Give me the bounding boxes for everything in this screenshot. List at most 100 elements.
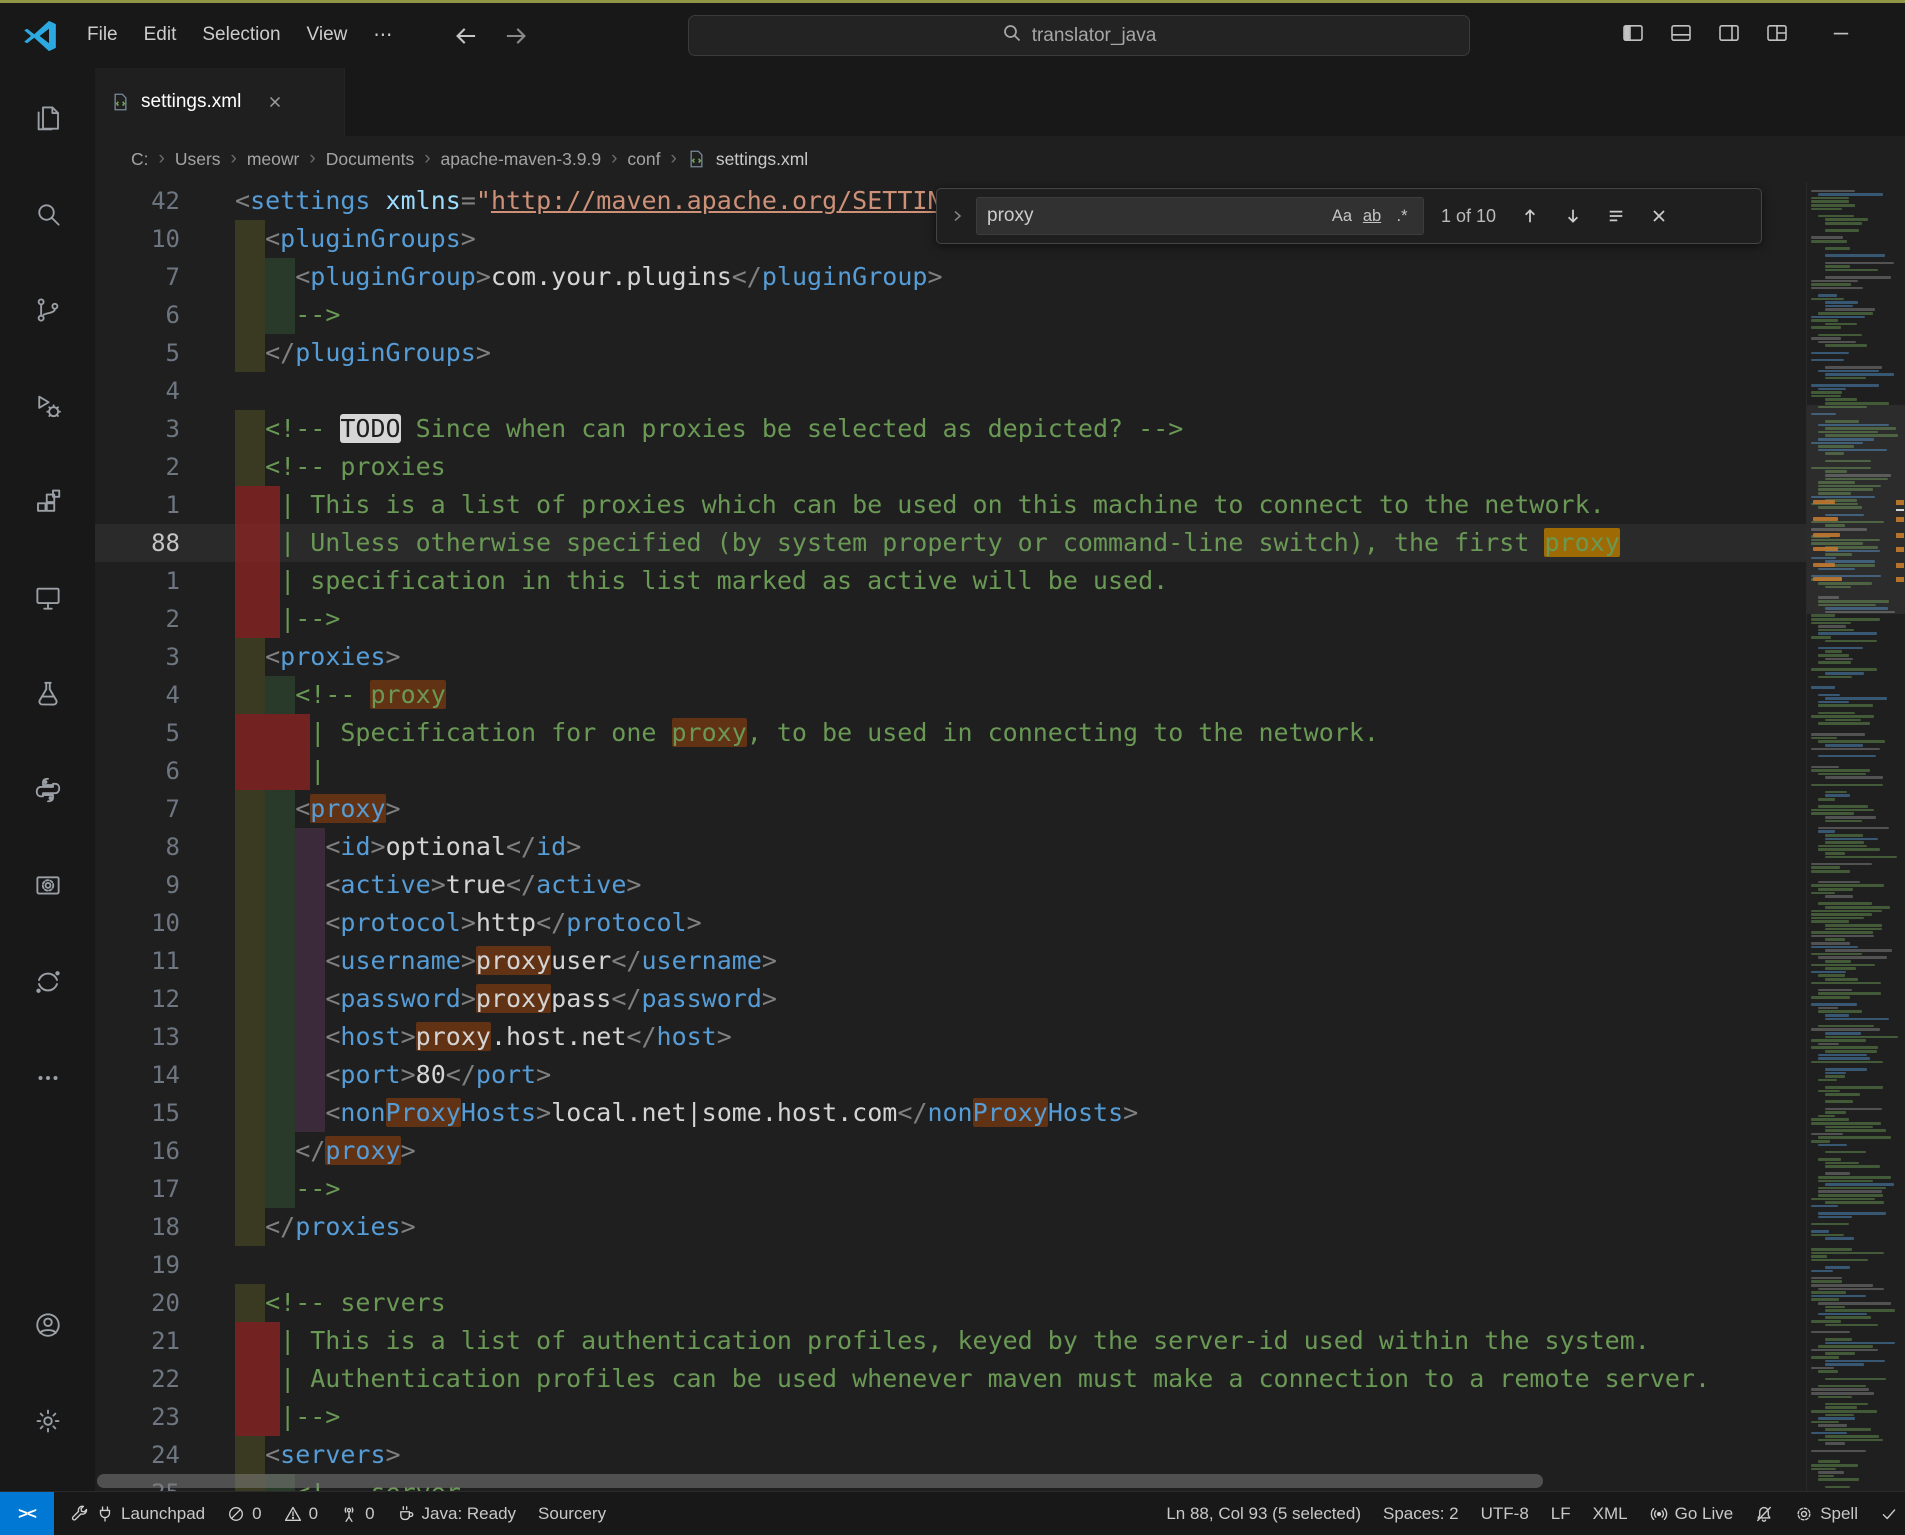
line-number[interactable]: 1 xyxy=(95,486,235,524)
menu-view[interactable]: View xyxy=(294,18,361,53)
code-line[interactable]: 1 | This is a list of proxies which can … xyxy=(95,486,1806,524)
code-line[interactable]: 13 <host>proxy.host.net</host> xyxy=(95,1018,1806,1056)
spell-checker[interactable]: Spell xyxy=(1784,1492,1869,1535)
activitybar-accounts-icon[interactable] xyxy=(0,1299,95,1351)
menu-file[interactable]: File xyxy=(74,18,131,53)
errors-indicator[interactable]: 0 xyxy=(216,1492,272,1535)
code-line[interactable]: 14 <port>80</port> xyxy=(95,1056,1806,1094)
line-number[interactable]: 23 xyxy=(95,1398,235,1436)
indentation[interactable]: Spaces: 2 xyxy=(1372,1492,1470,1535)
line-number[interactable]: 7 xyxy=(95,790,235,828)
java-status[interactable]: Java: Ready xyxy=(386,1492,528,1535)
tab-settings-xml[interactable]: settings.xml xyxy=(95,68,345,136)
cursor-position[interactable]: Ln 88, Col 93 (5 selected) xyxy=(1155,1492,1372,1535)
activitybar-remote-explorer-icon[interactable] xyxy=(0,572,95,624)
line-number[interactable]: 5 xyxy=(95,334,235,372)
find-query-input[interactable] xyxy=(987,205,1327,227)
activitybar-explorer-icon[interactable] xyxy=(0,92,95,144)
line-number[interactable]: 3 xyxy=(95,410,235,448)
forward-arrow-icon[interactable] xyxy=(503,23,529,49)
code-line[interactable]: 9 <active>true</active> xyxy=(95,866,1806,904)
line-number[interactable]: 15 xyxy=(95,1094,235,1132)
line-number[interactable]: 11 xyxy=(95,942,235,980)
code-line[interactable]: 88 | Unless otherwise specified (by syst… xyxy=(95,524,1806,562)
activitybar-search-icon[interactable] xyxy=(0,188,95,240)
code-line[interactable]: 7 <pluginGroup>com.your.plugins</pluginG… xyxy=(95,258,1806,296)
toggle-replace-chevron-icon[interactable] xyxy=(947,208,967,224)
breadcrumb-item[interactable]: settings.xml xyxy=(716,149,808,170)
line-number[interactable]: 42 xyxy=(95,182,235,220)
code-line[interactable]: 3 <proxies> xyxy=(95,638,1806,676)
line-number[interactable]: 8 xyxy=(95,828,235,866)
line-number[interactable]: 13 xyxy=(95,1018,235,1056)
activitybar-run-debug-icon[interactable] xyxy=(0,380,95,432)
sourcery-status[interactable]: Sourcery xyxy=(527,1492,617,1535)
code-line[interactable]: 3 <!-- TODO Since when can proxies be se… xyxy=(95,410,1806,448)
activitybar-python-icon[interactable] xyxy=(0,764,95,816)
breadcrumb-item[interactable]: meowr xyxy=(247,149,300,170)
notifications-off[interactable] xyxy=(1744,1492,1784,1535)
line-number[interactable]: 2 xyxy=(95,448,235,486)
command-center-search[interactable]: translator_java xyxy=(688,15,1470,56)
code-line[interactable]: 24 <servers> xyxy=(95,1436,1806,1474)
encoding[interactable]: UTF-8 xyxy=(1470,1492,1540,1535)
prettier[interactable]: Pr xyxy=(1869,1492,1905,1535)
toggle-sidebar-left-icon[interactable] xyxy=(1621,21,1645,50)
code-line[interactable]: 10 <protocol>http</protocol> xyxy=(95,904,1806,942)
line-number[interactable]: 20 xyxy=(95,1284,235,1322)
code-line[interactable]: 2 |--> xyxy=(95,600,1806,638)
code-line[interactable]: 23 |--> xyxy=(95,1398,1806,1436)
code-line[interactable]: 7 <proxy> xyxy=(95,790,1806,828)
code-line[interactable]: 12 <password>proxypass</password> xyxy=(95,980,1806,1018)
close-find-button[interactable] xyxy=(1642,199,1676,233)
activitybar-settings-icon[interactable] xyxy=(0,1395,95,1447)
line-number[interactable]: 5 xyxy=(95,714,235,752)
toggle-panel-bottom-icon[interactable] xyxy=(1669,21,1693,50)
breadcrumb-item[interactable]: conf xyxy=(627,149,660,170)
code-line[interactable]: 8 <id>optional</id> xyxy=(95,828,1806,866)
code-line[interactable]: 11 <username>proxyuser</username> xyxy=(95,942,1806,980)
back-arrow-icon[interactable] xyxy=(453,23,479,49)
eol[interactable]: LF xyxy=(1540,1492,1582,1535)
code-line[interactable]: 16 </proxy> xyxy=(95,1132,1806,1170)
code-line[interactable]: 22 | Authentication profiles can be used… xyxy=(95,1360,1806,1398)
line-number[interactable]: 3 xyxy=(95,638,235,676)
line-number[interactable]: 6 xyxy=(95,752,235,790)
line-number[interactable]: 4 xyxy=(95,372,235,410)
match-case-button[interactable]: Aa xyxy=(1327,201,1357,231)
breadcrumb-item[interactable]: Documents xyxy=(326,149,415,170)
menu-selection[interactable]: Selection xyxy=(189,18,293,53)
next-match-button[interactable] xyxy=(1556,199,1590,233)
toggle-sidebar-right-icon[interactable] xyxy=(1717,21,1741,50)
breadcrumb-item[interactable]: C: xyxy=(131,149,149,170)
line-number[interactable]: 16 xyxy=(95,1132,235,1170)
code-line[interactable]: 2 <!-- proxies xyxy=(95,448,1806,486)
code-line[interactable]: 18 </proxies> xyxy=(95,1208,1806,1246)
line-number[interactable]: 19 xyxy=(95,1246,235,1284)
horizontal-scrollbar-thumb[interactable] xyxy=(97,1474,1543,1488)
ports-indicator[interactable]: 0 xyxy=(329,1492,385,1535)
line-number[interactable]: 10 xyxy=(95,904,235,942)
horizontal-scrollbar[interactable] xyxy=(95,1471,1795,1491)
launchpad-item[interactable]: Launchpad xyxy=(60,1492,216,1535)
line-number[interactable]: 17 xyxy=(95,1170,235,1208)
previous-match-button[interactable] xyxy=(1513,199,1547,233)
line-number[interactable]: 24 xyxy=(95,1436,235,1474)
line-number[interactable]: 88 xyxy=(95,524,235,562)
line-number[interactable]: 18 xyxy=(95,1208,235,1246)
code-line[interactable]: 6 | xyxy=(95,752,1806,790)
regex-button[interactable]: .* xyxy=(1387,201,1417,231)
menu-more[interactable]: ⋯ xyxy=(360,18,405,53)
code-line[interactable]: 21 | This is a list of authentication pr… xyxy=(95,1322,1806,1360)
breadcrumb-item[interactable]: apache-maven-3.9.9 xyxy=(441,149,602,170)
line-number[interactable]: 6 xyxy=(95,296,235,334)
minimap[interactable] xyxy=(1806,182,1905,1491)
remote-indicator[interactable]: >< xyxy=(0,1492,54,1535)
code-line[interactable]: 5 | Specification for one proxy, to be u… xyxy=(95,714,1806,752)
code-line[interactable]: 6 --> xyxy=(95,296,1806,334)
line-number[interactable]: 22 xyxy=(95,1360,235,1398)
activitybar-extensions-icon[interactable] xyxy=(0,476,95,528)
code-line[interactable]: 19 xyxy=(95,1246,1806,1284)
warnings-indicator[interactable]: 0 xyxy=(273,1492,329,1535)
line-number[interactable]: 14 xyxy=(95,1056,235,1094)
